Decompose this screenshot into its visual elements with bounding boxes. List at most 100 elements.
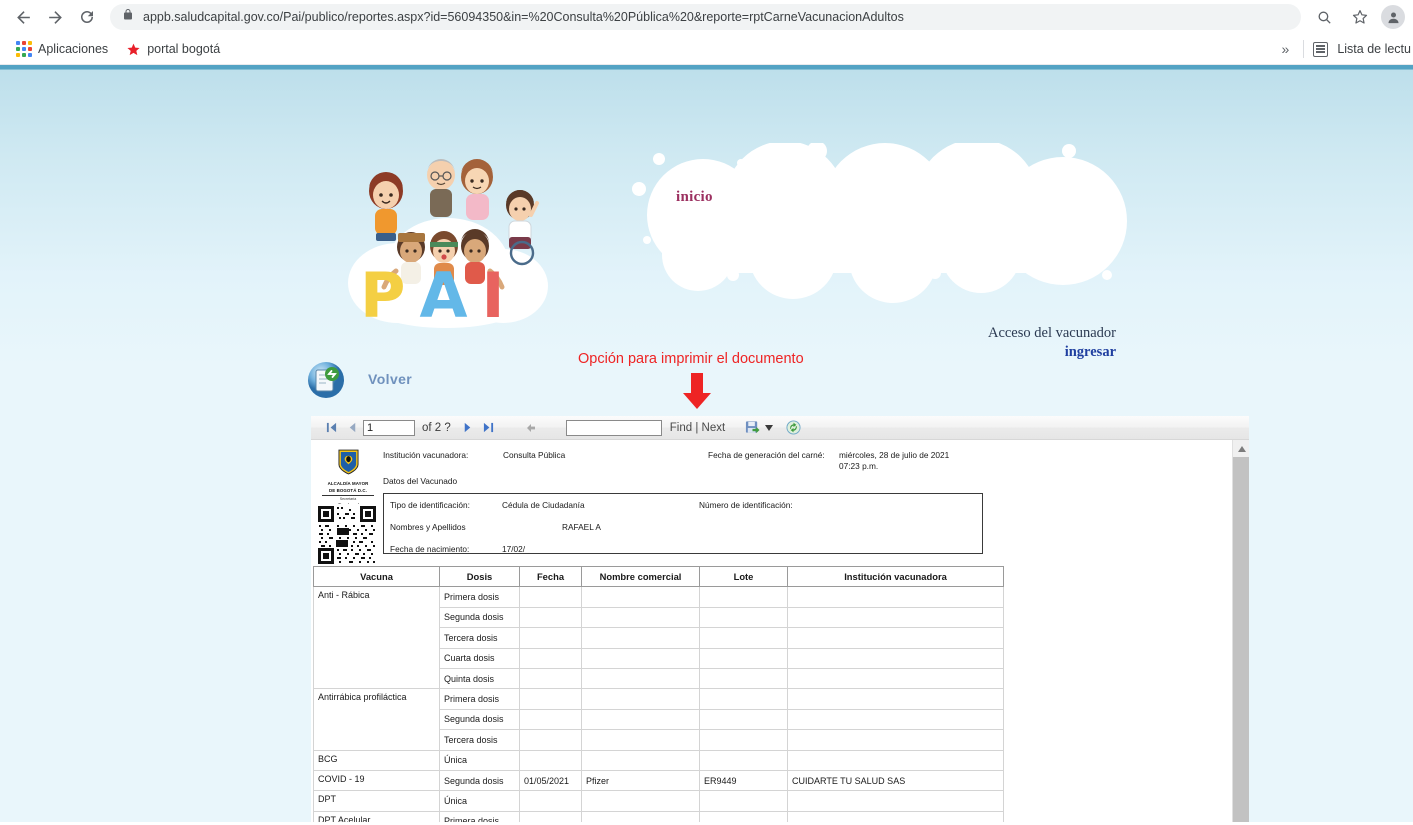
export-save-disk-icon[interactable] xyxy=(742,418,763,438)
fecha-nac-value: 17/02/ xyxy=(502,544,526,554)
reload-icon[interactable] xyxy=(72,2,102,32)
bookmark-star-icon[interactable] xyxy=(1345,2,1375,32)
cell-nombre xyxy=(581,647,700,669)
institucion-value: Consulta Pública xyxy=(503,450,566,460)
cell-fecha xyxy=(519,667,582,690)
red-star-icon xyxy=(126,42,141,57)
cell-lote xyxy=(699,790,788,812)
url-text: appb.saludcapital.gov.co/Pai/publico/rep… xyxy=(143,10,904,24)
bookmark-aplicaciones[interactable]: Aplicaciones xyxy=(10,38,114,60)
cell-institucion xyxy=(787,708,1004,731)
page-body: P A I inicio Acceso del vacunador ingres… xyxy=(0,65,1413,822)
cell-lote xyxy=(699,606,788,629)
logo-divider xyxy=(322,494,374,496)
cell-lote xyxy=(699,749,788,771)
pai-logo[interactable]: P A I xyxy=(338,143,556,332)
cell-fecha xyxy=(519,606,582,629)
profile-avatar-icon[interactable] xyxy=(1381,5,1405,29)
reading-list-icon[interactable] xyxy=(1313,41,1329,57)
table-body: Anti - Rábica Primera dosis Segunda dosis T… xyxy=(313,586,1004,822)
cell-fecha xyxy=(519,647,582,669)
address-bar[interactable]: appb.saludcapital.gov.co/Pai/publico/rep… xyxy=(110,4,1301,30)
cell-institucion xyxy=(787,688,1004,710)
reading-list-label[interactable]: Lista de lectu xyxy=(1337,42,1411,56)
volver-link[interactable]: Volver xyxy=(368,371,412,387)
previous-page-icon[interactable] xyxy=(342,418,363,438)
cell-fecha xyxy=(519,708,582,731)
cell-lote xyxy=(699,647,788,669)
inicio-cloud-banner xyxy=(632,143,1127,303)
cell-vacuna: DPT xyxy=(313,790,440,812)
fecha-generacion-value: miércoles, 28 de julio de 2021 07:23 p.m… xyxy=(839,450,950,471)
down-arrow-icon xyxy=(683,373,711,409)
cell-lote xyxy=(699,667,788,690)
volver-icon[interactable] xyxy=(305,361,347,399)
bogota-shield-icon xyxy=(337,449,359,475)
cell-vacuna: Antirrábica profiláctica xyxy=(313,688,440,751)
report-document: ALCALDÍA MAYOR DE BOGOTÁ D.C. Secretaría… xyxy=(311,440,1231,822)
table-header-cell: Lote xyxy=(699,565,788,588)
table-header-cell: Vacuna xyxy=(313,565,440,588)
first-page-icon[interactable] xyxy=(321,418,342,438)
report-document-area: ALCALDÍA MAYOR DE BOGOTÁ D.C. Secretaría… xyxy=(311,440,1249,822)
cell-institucion xyxy=(787,729,1004,751)
cell-institucion xyxy=(787,606,1004,629)
report-scrollbar[interactable] xyxy=(1232,440,1249,822)
cell-institucion: CUIDARTE TU SALUD SAS xyxy=(787,769,1004,792)
chevron-down-icon[interactable] xyxy=(763,418,774,438)
back-arrow-icon[interactable] xyxy=(8,2,38,32)
pai-letter-p: P xyxy=(360,259,420,332)
cell-lote xyxy=(699,810,788,822)
apps-grid-icon xyxy=(16,41,32,57)
annotation-text: Opción para imprimir el documento xyxy=(578,351,804,367)
scrollbar-up-arrow[interactable] xyxy=(1233,440,1249,457)
bookmarks-overflow-button[interactable]: » xyxy=(1277,41,1295,57)
cell-nombre xyxy=(581,749,700,771)
refresh-icon[interactable] xyxy=(783,418,804,438)
cell-lote: ER9449 xyxy=(699,769,788,792)
forward-arrow-icon[interactable] xyxy=(40,2,70,32)
cell-dosis: Única xyxy=(439,749,520,771)
last-page-icon[interactable] xyxy=(478,418,499,438)
cell-dosis: Primera dosis xyxy=(439,810,520,822)
cell-fecha: 01/05/2021 xyxy=(519,769,582,792)
logo-line1: ALCALDÍA MAYOR xyxy=(327,481,369,486)
find-next-links[interactable]: Find | Next xyxy=(670,422,725,434)
cell-vacuna: BCG xyxy=(313,749,440,771)
cell-nombre xyxy=(581,667,700,690)
cell-dosis: Primera dosis xyxy=(439,586,520,608)
cell-dosis: Tercera dosis xyxy=(439,627,520,649)
report-header: ALCALDÍA MAYOR DE BOGOTÁ D.C. Secretaría… xyxy=(311,446,1231,566)
table-header-cell: Nombre comercial xyxy=(581,565,700,588)
scrollbar-thumb[interactable] xyxy=(1233,457,1249,822)
bookmark-portal-bogota[interactable]: portal bogotá xyxy=(120,39,226,60)
cell-dosis: Segunda dosis xyxy=(439,769,520,792)
cell-institucion xyxy=(787,627,1004,649)
pai-letter-a: A xyxy=(419,259,482,332)
page-number-input[interactable] xyxy=(363,419,415,436)
back-to-parent-report-icon[interactable] xyxy=(521,418,542,438)
find-input[interactable] xyxy=(565,419,662,436)
alcaldia-logo: ALCALDÍA MAYOR DE BOGOTÁ D.C. Secretaría… xyxy=(317,449,379,512)
cell-institucion xyxy=(787,647,1004,669)
next-page-icon[interactable] xyxy=(457,418,478,438)
search-zoom-icon[interactable] xyxy=(1309,2,1339,32)
logo-line3: Secretaría xyxy=(339,496,357,501)
cell-fecha xyxy=(519,688,582,710)
cell-lote xyxy=(699,708,788,731)
cell-lote xyxy=(699,586,788,608)
table-header-cell: Dosis xyxy=(439,565,520,588)
cell-vacuna: Anti - Rábica xyxy=(313,586,440,690)
tipo-id-label: Tipo de identificación: xyxy=(390,500,470,510)
cell-dosis: Única xyxy=(439,790,520,812)
cell-nombre xyxy=(581,729,700,751)
cell-fecha xyxy=(519,586,582,608)
cell-institucion xyxy=(787,790,1004,812)
divider xyxy=(1303,40,1305,58)
bookmark-label: portal bogotá xyxy=(147,42,221,56)
table-row: DPT Única xyxy=(313,790,1004,812)
cell-nombre: Pfizer xyxy=(581,769,700,792)
ingresar-link[interactable]: ingresar xyxy=(1065,344,1116,361)
table-row: COVID - 19 Segunda dosis 01/05/2021 Pfizer E… xyxy=(313,769,1004,792)
inicio-link[interactable]: inicio xyxy=(676,189,713,206)
